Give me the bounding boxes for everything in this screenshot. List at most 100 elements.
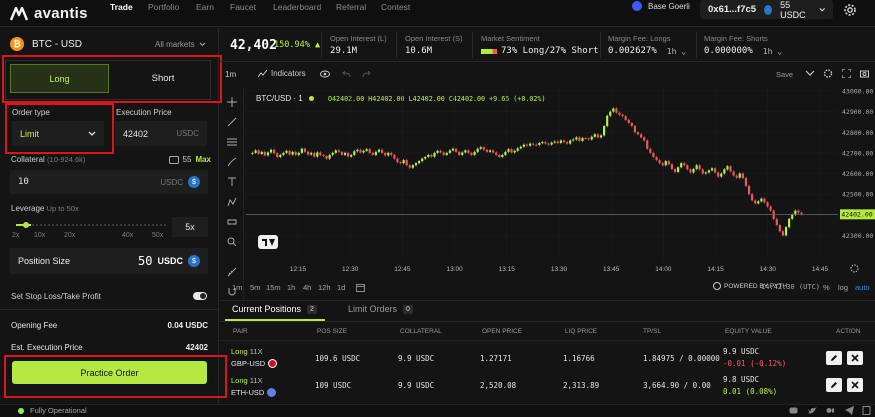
y-tick-label: 42800.00 (842, 129, 873, 137)
timeframe-15m[interactable]: 15m (266, 283, 281, 292)
nav-leaderboard[interactable]: Leaderboard (269, 2, 325, 12)
percent-toggle[interactable]: % (823, 283, 830, 292)
network-selector[interactable]: Base Goerli (632, 1, 690, 11)
close-position-button[interactable] (847, 378, 863, 392)
candle (436, 150, 439, 153)
candle (322, 154, 325, 156)
eth-icon (267, 388, 277, 397)
edit-button[interactable] (826, 378, 842, 392)
auto-toggle[interactable]: auto (855, 283, 870, 292)
edit-button[interactable] (826, 351, 842, 365)
leverage-value-box[interactable]: 5x (172, 217, 208, 237)
undo-icon[interactable] (342, 71, 351, 78)
measure-icon[interactable] (227, 217, 237, 227)
y-tick-label: 42300.00 (842, 232, 873, 240)
x-tick-label: 12:15 (290, 266, 307, 273)
candle (584, 138, 587, 140)
nav-portfolio[interactable]: Portfolio (144, 2, 183, 12)
timeframe-1h[interactable]: 1h (287, 283, 295, 292)
price-change: 150.94% ▲ (274, 40, 321, 50)
wallet-button[interactable]: 0x61...f7c5 55 USDC (700, 0, 833, 20)
tab-limit-orders[interactable]: Limit Orders 0 (348, 304, 413, 314)
camera-icon[interactable] (860, 69, 869, 78)
candle (603, 126, 606, 136)
candle (784, 227, 788, 236)
nav-contest[interactable]: Contest (377, 2, 414, 12)
all-markets-dropdown[interactable]: All markets (155, 40, 206, 49)
close-icon (851, 381, 859, 389)
save-button[interactable]: Save (776, 70, 793, 79)
execution-price-input[interactable]: 42402 USDC (115, 121, 207, 146)
calendar-icon[interactable] (356, 283, 365, 292)
collateral-input[interactable]: 10 USDC $ (10, 170, 208, 194)
timeframe-1m[interactable]: 1m (232, 283, 242, 292)
candle (747, 185, 751, 195)
discord-icon[interactable] (789, 406, 798, 415)
pair-header[interactable]: ₿ BTC - USD (10, 37, 82, 51)
nav-referral[interactable]: Referral (332, 2, 370, 12)
collateral-row: Collateral (10-924.6k) 55 Max (11, 155, 211, 164)
candle (732, 171, 735, 176)
interval-button[interactable]: 1m (225, 70, 236, 79)
status-dot-icon (18, 407, 24, 414)
equity-value: 9.8 USDC 0.01 (0.08%) (723, 375, 778, 396)
log-toggle[interactable]: log (838, 283, 848, 292)
settings-button[interactable] (838, 0, 862, 19)
settings-icon[interactable] (823, 69, 833, 78)
candle (655, 157, 658, 161)
candle (464, 150, 467, 153)
y-tick-label: 42600.00 (842, 170, 873, 178)
chevron-down-icon[interactable] (805, 70, 815, 77)
zoom-icon[interactable] (227, 237, 237, 247)
max-button[interactable]: Max (195, 155, 211, 164)
table-row[interactable]: Long 11X ETH-USD (231, 376, 277, 397)
indicators-button[interactable]: Indicators (258, 69, 306, 78)
stat-margin-shorts: Margin Fee: Shorts 0.000000% 1h ⌄ (704, 34, 783, 56)
ruler-icon[interactable] (227, 267, 237, 277)
candle (507, 149, 510, 152)
redo-icon[interactable] (362, 71, 371, 78)
text-icon[interactable] (227, 177, 237, 187)
candle (254, 150, 257, 153)
docs-icon[interactable] (862, 406, 871, 415)
pencil-icon (831, 355, 837, 361)
timeframe-12h[interactable]: 12h (318, 283, 331, 292)
period-select[interactable]: 1h ⌄ (667, 47, 686, 56)
candle (454, 148, 458, 152)
table-row[interactable]: Long 11X GBP-USD (231, 347, 278, 368)
pattern-icon[interactable] (227, 197, 237, 207)
medium-icon[interactable] (826, 406, 835, 415)
slider-handle[interactable] (23, 222, 29, 228)
candle (408, 165, 411, 168)
tab-current-positions[interactable]: Current Positions 2 (232, 304, 317, 314)
candle (562, 140, 566, 143)
telegram-icon[interactable] (845, 406, 854, 415)
nav-faucet[interactable]: Faucet (226, 2, 260, 12)
timeframe-1d[interactable]: 1d (337, 283, 345, 292)
app-logo[interactable]: avantis (10, 5, 88, 22)
candle (313, 152, 316, 157)
candle (405, 160, 408, 166)
tradingview-logo-icon (258, 235, 278, 249)
close-position-button[interactable] (847, 351, 863, 365)
fib-icon[interactable] (227, 137, 237, 147)
trend-line-icon[interactable] (227, 117, 237, 127)
timeframe-4h[interactable]: 4h (303, 283, 311, 292)
price-chart[interactable]: 43000.00 42900.00 42800.00 42700.00 42600.00… (246, 87, 875, 277)
tpsl: 3,664.90 / 0.00 (643, 381, 711, 390)
crosshair-icon[interactable] (227, 97, 237, 107)
twitter-icon[interactable] (808, 406, 817, 415)
candle (396, 158, 399, 163)
eye-icon[interactable] (320, 70, 330, 78)
leverage-slider[interactable] (16, 222, 166, 228)
position-size-value: 50 (138, 254, 153, 268)
nav-trade[interactable]: Trade (106, 2, 137, 12)
nav-earn[interactable]: Earn (192, 2, 218, 12)
candle (467, 150, 470, 153)
timeframe-5m[interactable]: 5m (250, 283, 260, 292)
fullscreen-icon[interactable] (842, 69, 851, 78)
period-select[interactable]: 1h ⌄ (763, 47, 782, 56)
sltp-toggle[interactable] (193, 292, 207, 300)
brush-icon[interactable] (227, 157, 237, 167)
chart-settings-icon[interactable] (850, 264, 859, 273)
